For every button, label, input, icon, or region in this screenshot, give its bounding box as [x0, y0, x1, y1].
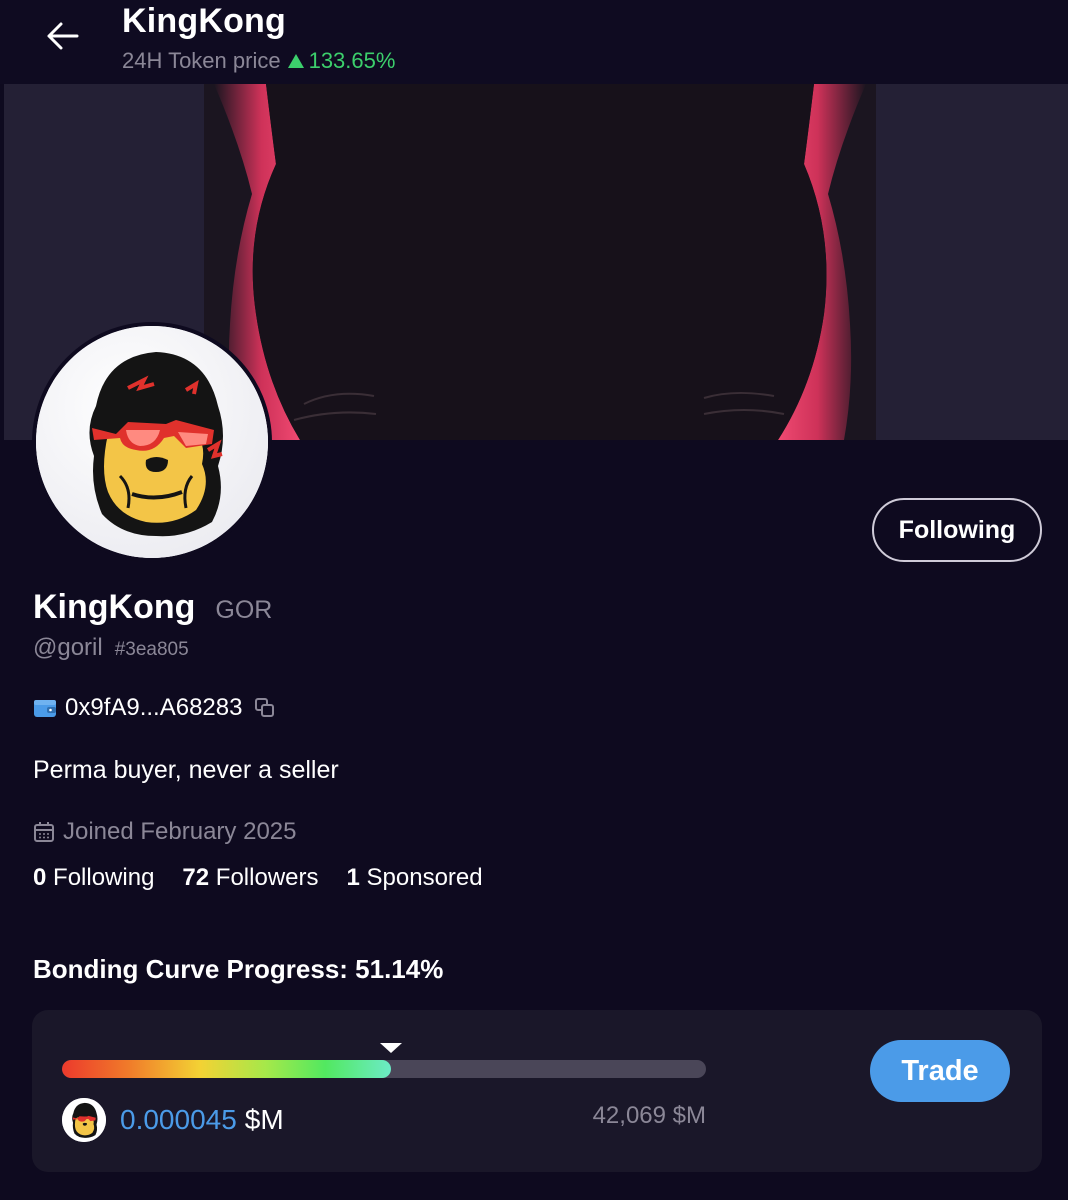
stat-following[interactable]: 0 Following — [33, 864, 154, 892]
price-change-value: 133.65% — [308, 48, 396, 73]
stat-following-label: Following — [53, 864, 155, 891]
top-header: KingKong 24H Token price 133.65% — [0, 0, 1068, 84]
gorilla-logo-icon — [62, 1098, 106, 1142]
page-title: KingKong — [122, 2, 286, 40]
copy-address-button[interactable] — [254, 697, 276, 719]
profile-handle: @goril — [33, 634, 103, 661]
profile-avatar[interactable] — [32, 322, 272, 562]
token-profile-page: KingKong 24H Token price 133.65% Followi… — [0, 0, 1068, 1200]
bonding-curve-title: Bonding Curve Progress: 51.14% — [33, 954, 444, 984]
progress-marker-icon — [380, 1043, 403, 1053]
stat-followers[interactable]: 72 Followers — [182, 864, 318, 892]
progress-fill — [62, 1060, 392, 1078]
profile-stats: 0 Following 72 Followers 1 Sponsored — [33, 864, 483, 892]
target-market-cap: 42,069 $M — [592, 1102, 706, 1129]
bonding-curve-card: 0.000045 $M 42,069 $M Trade — [32, 1010, 1042, 1172]
progress-track — [62, 1060, 706, 1078]
price-change-value-group: 133.65% — [287, 48, 396, 74]
profile-name: KingKong — [33, 588, 196, 626]
profile-hash: #3ea805 — [114, 639, 189, 660]
following-button[interactable]: Following — [872, 498, 1042, 562]
price-change-label: 24H Token price — [122, 48, 281, 73]
token-ticker: GOR — [215, 596, 273, 624]
token-mini-avatar — [62, 1098, 106, 1142]
triangle-up-icon — [287, 54, 304, 68]
profile-name-row: KingKong GOR — [33, 588, 272, 627]
wallet-icon — [34, 700, 56, 717]
stat-sponsored[interactable]: 1 Sponsored — [347, 864, 483, 892]
current-price-value: 0.000045 — [120, 1104, 237, 1135]
profile-bio: Perma buyer, never a seller — [33, 756, 339, 784]
profile-handle-row: @goril #3ea805 — [33, 634, 189, 662]
current-price-unit: $M — [244, 1104, 284, 1135]
wallet-row: 0x9fA9...A68283 — [33, 694, 276, 722]
current-price: 0.000045 $M — [120, 1104, 284, 1136]
stat-followers-count: 72 — [182, 864, 210, 891]
calendar-icon — [34, 822, 54, 842]
joined-date: Joined February 2025 — [63, 818, 297, 845]
stat-sponsored-label: Sponsored — [366, 864, 483, 891]
stat-sponsored-count: 1 — [346, 864, 360, 891]
stat-followers-label: Followers — [215, 864, 319, 891]
trade-button[interactable]: Trade — [870, 1040, 1010, 1102]
joined-row: Joined February 2025 — [33, 818, 296, 846]
avatar-image — [36, 326, 268, 558]
stat-following-count: 0 — [33, 864, 47, 891]
wallet-address: 0x9fA9...A68283 — [65, 694, 243, 721]
gorilla-logo-icon — [36, 326, 268, 558]
token-price-change: 24H Token price 133.65% — [122, 48, 395, 74]
back-button[interactable] — [40, 16, 84, 56]
arrow-left-icon — [47, 22, 79, 50]
copy-icon — [255, 698, 275, 717]
